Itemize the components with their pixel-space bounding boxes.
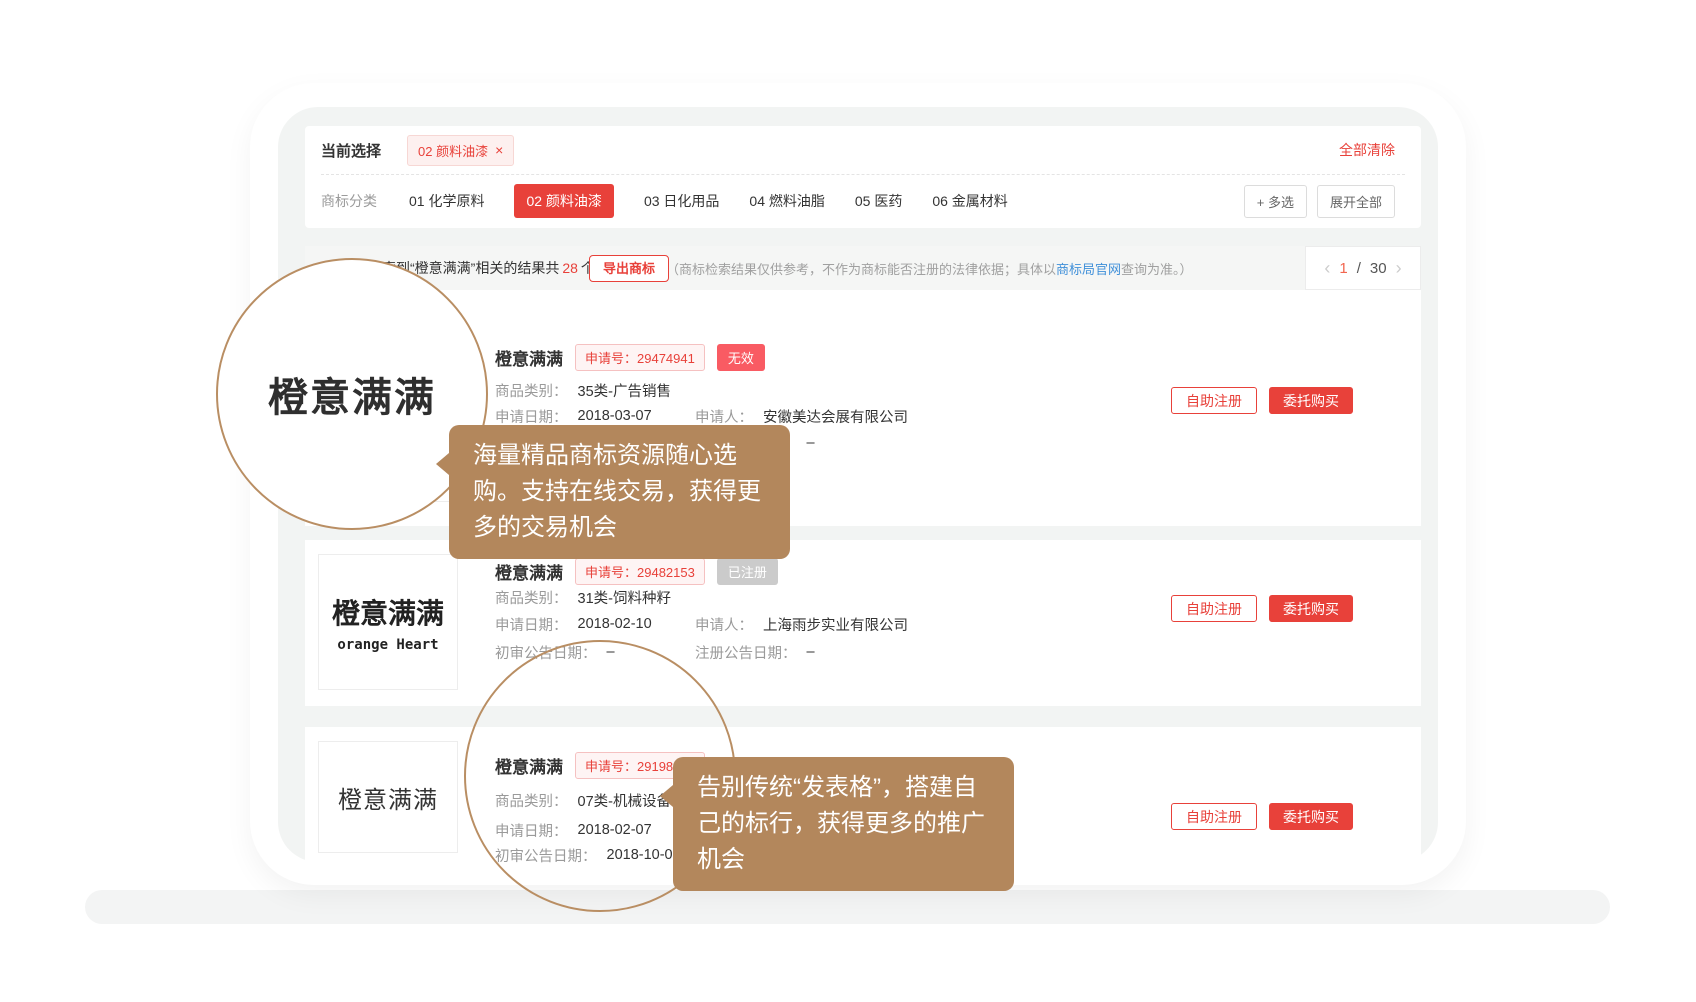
self-register-button[interactable]: 自助注册 <box>1171 595 1257 622</box>
tab-04-fuel[interactable]: 04 燃料油脂 <box>749 191 824 211</box>
tab-06-metal[interactable]: 06 金属材料 <box>932 191 1007 211</box>
result-row-2: 橙意满满 orange Heart 橙意满满 申请号：29482153 已注册 … <box>305 540 1421 706</box>
chip-close-icon[interactable]: × <box>495 143 503 157</box>
selected-filter-chip[interactable]: 02 颜料油漆 × <box>407 135 514 166</box>
category-label: 商品类别： <box>495 380 568 401</box>
apply-date-value: 2018-02-10 <box>578 616 652 632</box>
export-trademark-button[interactable]: 导出商标 <box>589 255 669 282</box>
trademark-office-link[interactable]: 商标局官网 <box>1056 259 1121 278</box>
tab-03-daily-chemical[interactable]: 03 日化用品 <box>644 191 719 211</box>
tooltip-promotion: 告别传统“发表格”，搭建自己的标行，获得更多的推广机会 <box>673 757 1014 891</box>
applicant-label: 申请人： <box>695 406 753 427</box>
pagination: ‹ 1 / 30 › <box>1305 246 1421 290</box>
current-selection-label: 当前选择 <box>321 140 381 161</box>
apply-date-label: 申请日期： <box>495 406 568 427</box>
tooltip-marketplace: 海量精品商标资源随心选购。支持在线交易，获得更多的交易机会 <box>449 425 790 559</box>
applicant-pair: 申请人： 上海雨步实业有限公司 <box>695 613 908 635</box>
apply-date-label: 申请日期： <box>495 614 568 635</box>
trademark-subtext: orange Heart <box>337 637 438 653</box>
row-actions: 自助注册 委托购买 <box>1171 803 1353 830</box>
magnifier-circle-1: 橙意满满 <box>216 258 488 530</box>
self-register-button[interactable]: 自助注册 <box>1171 803 1257 830</box>
chip-label: 02 颜料油漆 <box>418 141 488 160</box>
category-value: 31类-饲料种籽 <box>578 587 671 608</box>
trademark-image-2[interactable]: 橙意满满 orange Heart <box>318 554 458 690</box>
applicant-pair: 申请人： 安徽美达会展有限公司 <box>695 405 908 427</box>
current-selection-bar: 当前选择 02 颜料油漆 × 全部清除 <box>321 126 1395 174</box>
trademark-image-3[interactable]: 橙意满满 <box>318 741 458 853</box>
category-tabs-bar: 商标分类 01 化学原料 02 颜料油漆 03 日化用品 04 燃料油脂 05 … <box>321 175 1395 227</box>
tab-02-paint-active[interactable]: 02 颜料油漆 <box>514 184 613 218</box>
filter-card: 当前选择 02 颜料油漆 × 全部清除 商标分类 01 化学原料 02 颜料油漆… <box>305 126 1421 228</box>
apply-date-line: 申请日期： 2018-02-10 申请人： 上海雨步实业有限公司 <box>495 613 1171 635</box>
status-badge-invalid: 无效 <box>717 344 765 371</box>
trademark-name[interactable]: 橙意满满 <box>495 559 563 584</box>
application-number-badge: 申请号：29474941 <box>575 344 705 371</box>
application-number-badge: 申请号：29482153 <box>575 558 705 585</box>
page-separator: / <box>1357 260 1361 277</box>
trademark-text: 橙意满满 <box>338 780 438 815</box>
applicant-label: 申请人： <box>695 614 753 635</box>
results-header: 为您检索到“橙意满满”相关的结果共 28 个 导出商标 （商标检索结果仅供参考，… <box>305 246 1421 290</box>
disclaimer-before: （商标检索结果仅供参考，不作为商标能否注册的法律依据；具体以 <box>666 259 1056 278</box>
status-badge-registered: 已注册 <box>717 558 778 585</box>
title-line: 橙意满满 申请号：29482153 已注册 <box>495 558 778 584</box>
current-page: 1 <box>1339 260 1347 277</box>
entrust-buy-button[interactable]: 委托购买 <box>1269 803 1353 830</box>
title-line: 橙意满满 申请号：29474941 无效 <box>495 344 765 370</box>
self-register-button[interactable]: 自助注册 <box>1171 387 1257 414</box>
apply-date-value: 2018-03-07 <box>578 408 652 424</box>
multi-select-button[interactable]: + 多选 <box>1244 185 1307 218</box>
filter-actions: + 多选 展开全部 <box>1244 185 1395 218</box>
category-line: 商品类别： 31类-饲料种籽 <box>495 586 1171 608</box>
results-count: 28 <box>562 260 578 276</box>
entrust-buy-button[interactable]: 委托购买 <box>1269 387 1353 414</box>
category-label: 商品类别： <box>495 587 568 608</box>
category-line: 商品类别： 35类-广告销售 <box>495 379 1171 401</box>
magnified-trademark-text: 橙意满满 <box>268 365 436 423</box>
tab-05-medicine[interactable]: 05 医药 <box>855 191 902 211</box>
category-label: 商标分类 <box>321 191 377 211</box>
next-page-icon[interactable]: › <box>1396 259 1402 277</box>
entrust-buy-button[interactable]: 委托购买 <box>1269 595 1353 622</box>
category-value: 35类-广告销售 <box>578 380 671 401</box>
trademark-text: 橙意满满 <box>332 592 444 632</box>
reg-publication-value: – <box>807 644 815 660</box>
row-actions: 自助注册 委托购买 <box>1171 387 1353 414</box>
laptop-base <box>85 890 1610 924</box>
disclaimer-text: （商标检索结果仅供参考，不作为商标能否注册的法律依据；具体以 商标局官网 查询为… <box>666 246 1193 290</box>
prev-page-icon[interactable]: ‹ <box>1324 259 1330 277</box>
reg-publication-label: 注册公告日期： <box>695 642 797 663</box>
row-actions: 自助注册 委托购买 <box>1171 595 1353 622</box>
page: 当前选择 02 颜料油漆 × 全部清除 商标分类 01 化学原料 02 颜料油漆… <box>0 0 1696 1002</box>
clear-all-link[interactable]: 全部清除 <box>1339 140 1395 160</box>
applicant-value: 上海雨步实业有限公司 <box>763 614 908 635</box>
total-pages: 30 <box>1370 260 1387 277</box>
applicant-value: 安徽美达会展有限公司 <box>763 406 908 427</box>
apply-date-line: 申请日期： 2018-03-07 申请人： 安徽美达会展有限公司 <box>495 405 1171 427</box>
disclaimer-after: 查询为准。） <box>1121 259 1193 278</box>
reg-publication-pair: 注册公告日期： – <box>695 641 815 663</box>
tab-01-chemical[interactable]: 01 化学原料 <box>409 191 484 211</box>
expand-all-button[interactable]: 展开全部 <box>1317 185 1395 218</box>
trademark-name[interactable]: 橙意满满 <box>495 345 563 370</box>
reg-publication-value: – <box>807 435 815 451</box>
